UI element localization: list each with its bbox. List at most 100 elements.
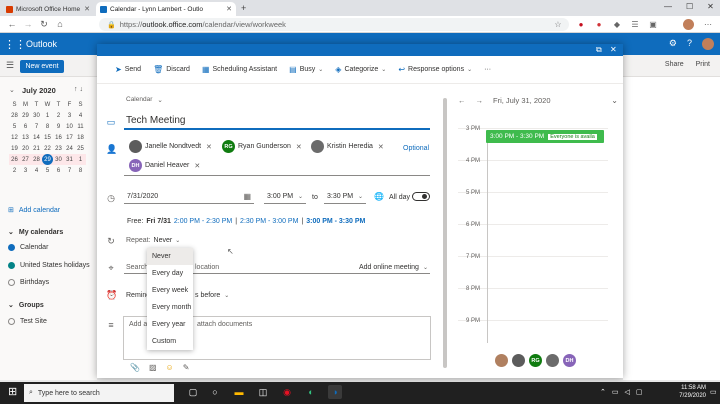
mini-calendar-day[interactable]: 25 [75, 143, 86, 154]
close-window-icon[interactable]: ✕ [707, 2, 714, 11]
mini-calendar-day[interactable]: 28 [9, 110, 20, 121]
add-calendar-link[interactable]: ⊞ Add calendar [8, 206, 60, 215]
time-zone-icon[interactable]: 🌐 [374, 192, 384, 201]
mini-calendar-month[interactable]: July 2020 [22, 86, 56, 95]
mini-calendar-day[interactable]: 16 [53, 132, 64, 143]
chrome-icon[interactable]: ◉ [280, 385, 294, 399]
notification-icon[interactable]: ▭ [710, 388, 717, 396]
attendee-chip[interactable]: Janelle Nondtvedt ✕ [129, 140, 212, 153]
mini-calendar-day[interactable]: 2 [9, 165, 20, 176]
mini-calendar-day[interactable]: 7 [64, 165, 75, 176]
mini-calendar-day[interactable]: 19 [9, 143, 20, 154]
app-launcher-icon[interactable]: ⋮⋮ [4, 38, 26, 51]
attendee-chip[interactable]: Kristin Heredia ✕ [311, 140, 384, 153]
form-scrollbar[interactable] [443, 98, 447, 368]
tab-office-home[interactable]: Microsoft Office Home ✕ [2, 2, 94, 16]
repeat-option-every-week[interactable]: Every week [147, 282, 193, 299]
format-icon[interactable]: ✎ [183, 363, 190, 372]
extension-icon[interactable]: ● [594, 20, 604, 29]
store-icon[interactable]: ◫ [256, 385, 270, 399]
repeat-selector[interactable]: Repeat: Never ⌄ [126, 237, 180, 244]
hour-row[interactable]: 8 PM [458, 286, 608, 320]
mini-calendar-day[interactable]: 20 [20, 143, 31, 154]
avatar[interactable]: RG [529, 354, 542, 367]
mini-calendar-day[interactable]: 8 [75, 165, 86, 176]
repeat-option-custom[interactable]: Custom [147, 333, 193, 350]
collections-icon[interactable]: ▣ [648, 20, 658, 29]
mini-calendar-day[interactable]: 30 [31, 110, 42, 121]
mini-calendar-day[interactable]: 8 [42, 121, 53, 132]
mini-calendar-day[interactable]: 17 [64, 132, 75, 143]
mini-calendar-day[interactable]: 11 [75, 121, 86, 132]
user-avatar[interactable] [702, 38, 714, 50]
emoji-icon[interactable]: ☺ [166, 363, 174, 372]
image-icon[interactable]: ▨ [149, 363, 157, 372]
repeat-option-every-year[interactable]: Every year [147, 316, 193, 333]
response-options-dropdown[interactable]: ↩ Response options ⌄ [398, 65, 472, 74]
mini-calendar-day[interactable]: 6 [53, 165, 64, 176]
calendar-item-birthdays[interactable]: Birthdays [8, 279, 49, 286]
calendar-item-calendar[interactable]: Calendar [8, 244, 48, 251]
mini-calendar-day[interactable]: 5 [9, 121, 20, 132]
down-arrow-icon[interactable]: ↓ [79, 86, 83, 93]
attendee-chip[interactable]: DH Daniel Heaver ✕ [129, 159, 200, 172]
hour-row[interactable]: 7 PM [458, 254, 608, 288]
home-icon[interactable]: ⌂ [54, 19, 66, 30]
edge-icon[interactable]: ◐ [304, 385, 318, 399]
share-button[interactable]: Share [665, 61, 684, 68]
close-icon[interactable]: ✕ [226, 5, 232, 13]
cortana-icon[interactable]: ○ [208, 385, 222, 399]
hour-row[interactable]: 4 PM [458, 158, 608, 192]
taskbar-clock[interactable]: 11:58 AM 7/29/2020 [666, 384, 706, 400]
mini-calendar-day[interactable]: 3 [64, 110, 75, 121]
remove-icon[interactable]: ✕ [194, 162, 200, 170]
refresh-icon[interactable]: ↻ [38, 19, 50, 30]
free-slot[interactable]: 2:00 PM - 2:30 PM [174, 218, 232, 225]
mini-calendar-day[interactable]: 30 [53, 154, 64, 165]
scheduling-assistant-button[interactable]: ▦ Scheduling Assistant [202, 65, 277, 74]
mini-calendar-day[interactable]: 2 [53, 110, 64, 121]
categorize-dropdown[interactable]: ◈ Categorize ⌄ [335, 65, 386, 74]
groups-header[interactable]: ⌄ Groups [8, 301, 44, 310]
help-icon[interactable]: ? [687, 38, 692, 50]
mini-calendar-day[interactable]: 12 [9, 132, 20, 143]
popout-icon[interactable]: ⧉ [596, 45, 602, 55]
network-icon[interactable]: ▭ [612, 388, 619, 396]
day-view-event[interactable]: 3:00 PM - 3:30 PM Everyone is availa [486, 130, 604, 143]
mini-calendar-day[interactable]: 4 [75, 110, 86, 121]
url-field[interactable]: 🔒 https://outlook.office.com/calendar/vi… [99, 18, 569, 31]
mini-calendar-day[interactable]: 9 [53, 121, 64, 132]
hamburger-icon[interactable]: ☰ [6, 60, 14, 71]
previous-day-icon[interactable]: ← [458, 96, 466, 105]
volume-icon[interactable]: ◁ [625, 388, 630, 396]
mini-calendar-day[interactable]: 27 [20, 154, 31, 165]
print-button[interactable]: Print [696, 61, 710, 68]
event-title-input[interactable]: Tech Meeting [124, 113, 430, 130]
maximize-icon[interactable]: ☐ [686, 2, 693, 11]
mini-calendar-day[interactable]: 31 [64, 154, 75, 165]
windows-start-icon[interactable]: ⊞ [8, 385, 17, 398]
remove-icon[interactable]: ✕ [378, 143, 384, 151]
mini-calendar-day[interactable]: 21 [31, 143, 42, 154]
hour-row[interactable]: 6 PM [458, 222, 608, 256]
optional-attendees-link[interactable]: Optional [403, 145, 429, 152]
calendar-picker-icon[interactable]: ▦ [243, 192, 251, 201]
group-item-test-site[interactable]: Test Site [8, 318, 47, 325]
avatar[interactable] [512, 354, 525, 367]
send-button[interactable]: ➤ Send [115, 65, 141, 74]
mini-calendar-day[interactable]: 13 [20, 132, 31, 143]
remove-icon[interactable]: ✕ [296, 143, 302, 151]
start-date-field[interactable]: 7/31/2020 ▦ [124, 190, 254, 204]
all-day-toggle[interactable] [412, 192, 430, 201]
mini-calendar-day[interactable]: 22 [42, 143, 53, 154]
avatar[interactable]: DH [563, 354, 576, 367]
up-arrow-icon[interactable]: ↑ [74, 86, 78, 93]
extension-icon[interactable]: ● [576, 20, 586, 29]
reminder-dropdown[interactable]: s before ⌄ [195, 292, 229, 299]
mini-calendar-day[interactable]: 18 [75, 132, 86, 143]
task-view-icon[interactable]: ▢ [186, 385, 200, 399]
mini-calendar-day[interactable]: 26 [9, 154, 20, 165]
extension-icon[interactable]: ◆ [612, 20, 622, 29]
mini-calendar-day[interactable]: 14 [31, 132, 42, 143]
repeat-option-every-month[interactable]: Every month [147, 299, 193, 316]
